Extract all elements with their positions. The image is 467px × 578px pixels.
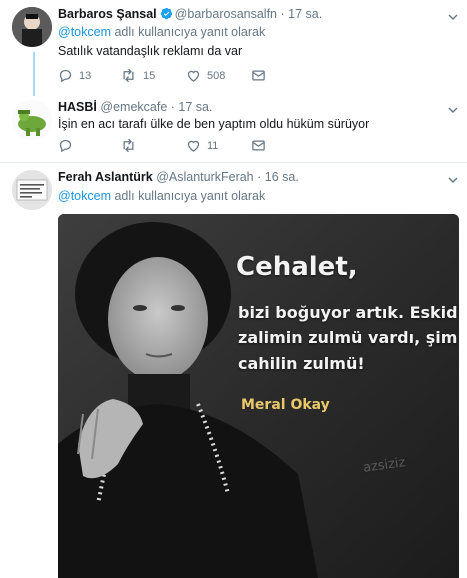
avatar-image bbox=[12, 7, 52, 47]
direct-message-button[interactable] bbox=[251, 68, 266, 83]
retweet-icon bbox=[123, 68, 134, 83]
avatar[interactable] bbox=[12, 170, 52, 210]
reply-mention-link[interactable]: @tokcem bbox=[58, 25, 111, 39]
avatar-image bbox=[12, 170, 52, 210]
retweet-icon bbox=[123, 138, 134, 153]
author-name[interactable]: HASBİ bbox=[58, 100, 97, 114]
direct-message-button[interactable] bbox=[251, 138, 266, 153]
timestamp[interactable]: · 17 sa. bbox=[281, 7, 323, 21]
reply-icon bbox=[59, 139, 72, 153]
tweet-actions: 11 bbox=[58, 138, 458, 154]
tweet-header: HASBİ @emekcafe · 17 sa. bbox=[58, 100, 212, 114]
reply-count: 13 bbox=[79, 69, 92, 82]
avatar[interactable] bbox=[12, 7, 52, 47]
like-count: 508 bbox=[207, 69, 226, 82]
media-quote-line-1: bizi boğuyor artık. Eskid bbox=[238, 303, 458, 322]
tweet-header: Ferah Aslantürk @AslanturkFerah · 16 sa. bbox=[58, 170, 299, 184]
avatar[interactable] bbox=[12, 100, 52, 140]
author-handle[interactable]: @AslanturkFerah bbox=[156, 170, 253, 184]
retweet-count: 15 bbox=[143, 69, 156, 82]
retweet-button[interactable] bbox=[120, 138, 143, 153]
reply-button[interactable]: 13 bbox=[58, 68, 91, 83]
media-quote-author: Meral Okay bbox=[241, 397, 330, 413]
media-quote-title: Cehalet, bbox=[236, 252, 358, 282]
timestamp[interactable]: · 17 sa. bbox=[171, 100, 213, 114]
reply-icon bbox=[59, 69, 72, 83]
tweet-media-image[interactable]: Cehalet, bizi boğuyor artık. Eskid zalim… bbox=[58, 214, 459, 578]
like-icon bbox=[187, 140, 200, 152]
author-handle[interactable]: @emekcafe bbox=[100, 100, 167, 114]
author-name[interactable]: Ferah Aslantürk bbox=[58, 170, 153, 184]
media-quote-line-3: cahilin zulmü! bbox=[238, 354, 365, 373]
author-name[interactable]: Barbaros Şansal bbox=[58, 7, 157, 21]
verified-badge-icon bbox=[160, 7, 173, 23]
like-button[interactable]: 508 bbox=[186, 68, 225, 83]
like-count: 11 bbox=[207, 139, 219, 152]
chevron-down-icon[interactable] bbox=[447, 103, 459, 115]
reply-context-text: adlı kullanıcıya yanıt olarak bbox=[110, 25, 266, 39]
message-icon bbox=[252, 140, 265, 151]
tweet-header: Barbaros Şansal @barbarosansalfn · 17 sa. bbox=[58, 7, 322, 23]
reply-context-text: adlı kullanıcıya yanıt olarak bbox=[110, 189, 266, 203]
like-button[interactable]: 11 bbox=[186, 138, 218, 153]
tweet-text: İşin en acı tarafı ülke de ben yaptım ol… bbox=[58, 117, 370, 131]
tweet-1[interactable]: Barbaros Şansal @barbarosansalfn · 17 sa.… bbox=[0, 0, 467, 92]
retweet-button[interactable]: 15 bbox=[120, 68, 155, 83]
reply-button[interactable] bbox=[58, 138, 79, 153]
avatar-image bbox=[12, 100, 52, 140]
reply-mention-link[interactable]: @tokcem bbox=[58, 189, 111, 203]
reply-context: @tokcem adlı kullanıcıya yanıt olarak bbox=[58, 25, 265, 39]
chevron-down-icon[interactable] bbox=[447, 173, 459, 185]
timestamp[interactable]: · 16 sa. bbox=[257, 170, 299, 184]
message-icon bbox=[252, 70, 265, 81]
author-handle[interactable]: @barbarosansalfn bbox=[175, 7, 277, 21]
media-quote-line-2: zalimin zulmü vardı, şim bbox=[238, 328, 458, 347]
chevron-down-icon[interactable] bbox=[447, 10, 459, 22]
tweet-2[interactable]: HASBİ @emekcafe · 17 sa. İşin en acı tar… bbox=[0, 96, 467, 157]
tweet-text: Satılık vatandaşlık reklamı da var bbox=[58, 44, 243, 58]
tweet-actions: 13 15 508 bbox=[58, 68, 458, 84]
reply-context: @tokcem adlı kullanıcıya yanıt olarak bbox=[58, 189, 265, 203]
like-icon bbox=[187, 70, 200, 82]
